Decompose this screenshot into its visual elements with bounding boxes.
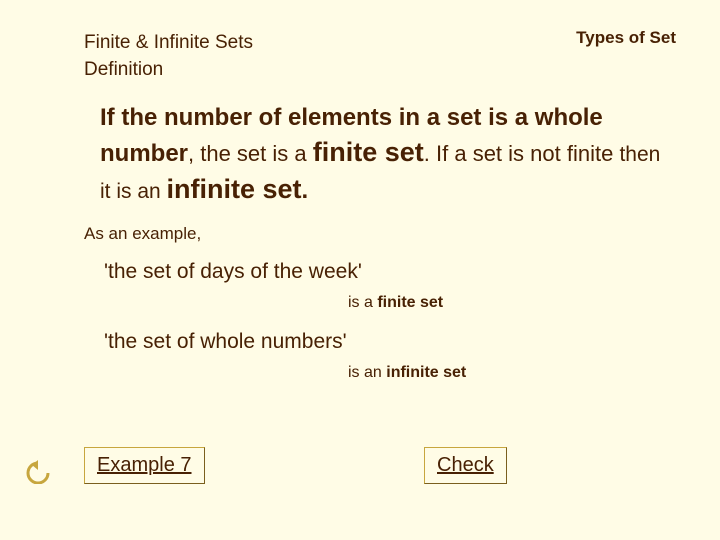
back-arrow-icon[interactable] <box>24 460 52 484</box>
page-subtitle: Definition <box>84 59 163 80</box>
page-title: Finite & Infinite Sets <box>84 32 253 53</box>
def-part-7: . <box>302 177 309 204</box>
example-2-text: 'the set of whole numbers' <box>104 330 347 354</box>
def-finite-term: finite set <box>313 137 424 167</box>
example-1-caption: is a finite set <box>348 294 443 312</box>
header-left: Finite & Infinite Sets Definition <box>84 30 253 83</box>
example-2-caption: is an infinite set <box>348 364 466 382</box>
example-1-text: 'the set of days of the week' <box>104 260 362 284</box>
example-1-prefix: is a <box>348 294 377 311</box>
example-2-prefix: is an <box>348 364 386 381</box>
example-7-button[interactable]: Example 7 <box>84 447 205 484</box>
example-intro: As an example, <box>84 224 201 244</box>
check-button[interactable]: Check <box>424 447 507 484</box>
example-1-bold: finite set <box>377 294 443 311</box>
topic-label: Types of Set <box>576 28 676 48</box>
def-infinite-term: infinite set <box>167 174 302 204</box>
example-2-bold: infinite set <box>386 364 466 381</box>
def-part-4: . If a set is not finite <box>424 141 620 166</box>
definition-paragraph: If the number of elements in a set is a … <box>100 102 676 207</box>
def-part-2: , the set is a <box>188 141 313 166</box>
